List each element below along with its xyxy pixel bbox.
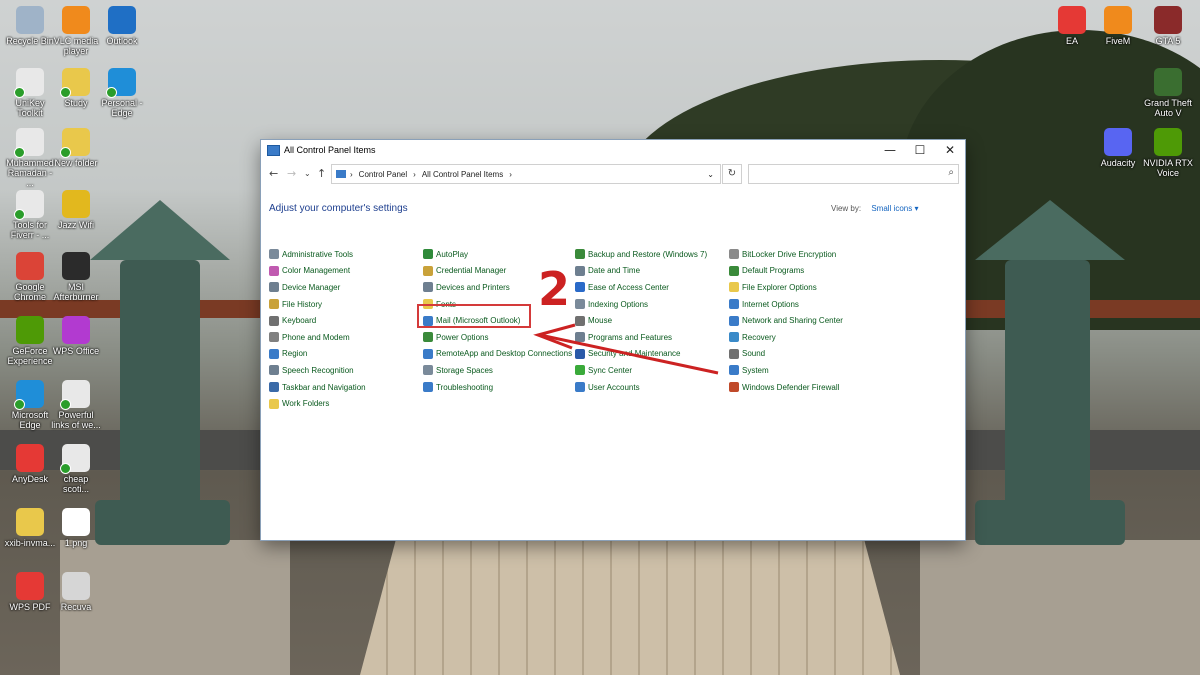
annotation-arrow (533, 323, 719, 375)
annotation-arrow-line (539, 333, 719, 375)
annotation-arrow-head (533, 323, 576, 350)
